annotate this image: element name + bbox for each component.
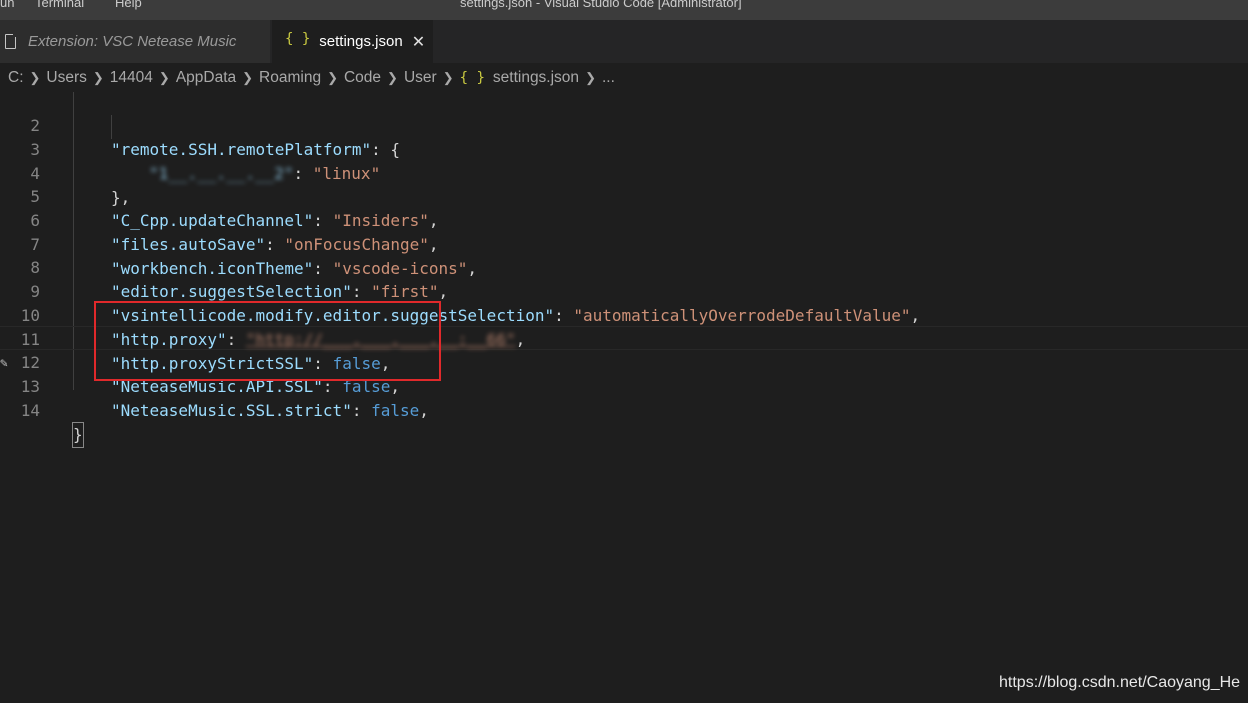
- annotation-highlight-box: [94, 301, 441, 381]
- breadcrumb-ellipsis[interactable]: ...: [602, 69, 615, 87]
- chevron-right-icon: ❯: [92, 69, 104, 85]
- breadcrumb-file[interactable]: settings.json: [493, 69, 579, 87]
- json-comma: ,: [419, 401, 429, 420]
- chevron-right-icon: ❯: [442, 69, 454, 85]
- json-key: "NeteaseMusic.SSL.strict": [111, 401, 352, 420]
- chevron-right-icon: ❯: [29, 69, 41, 85]
- watermark: https://blog.csdn.net/Caoyang_He: [999, 674, 1241, 691]
- code-line: 7 "workbench.iconTheme": "vscode-icons",: [0, 209, 1248, 278]
- breadcrumb-item[interactable]: AppData: [176, 69, 236, 87]
- chevron-right-icon: ❯: [158, 69, 170, 85]
- tab-bar: Extension: VSC Netease Music { } setting…: [0, 20, 1248, 63]
- tab-label: Extension: VSC Netease Music: [28, 33, 237, 50]
- code-line: 9 "vsintellicode.modify.editor.suggestSe…: [0, 256, 1248, 325]
- tab-extension-netease-music[interactable]: Extension: VSC Netease Music: [0, 20, 271, 63]
- json-closing-brace: }: [72, 422, 84, 448]
- file-icon: [5, 33, 17, 49]
- code-line: 2 "remote.SSH.remotePlatform": {: [0, 90, 1248, 159]
- menu-run[interactable]: un: [0, 0, 14, 10]
- code-line: 5 "C_Cpp.updateChannel": "Insiders",: [0, 161, 1248, 230]
- chevron-right-icon: ❯: [327, 69, 338, 85]
- breadcrumb-item[interactable]: Users: [46, 69, 86, 87]
- chevron-right-icon: ❯: [242, 69, 254, 85]
- json-punct: :: [351, 401, 372, 420]
- tab-settings-json[interactable]: { } settings.json ✕: [272, 20, 433, 63]
- breadcrumb-item[interactable]: Roaming: [259, 69, 321, 87]
- chevron-right-icon: ❯: [585, 69, 596, 85]
- menu-help[interactable]: Help: [115, 0, 142, 10]
- tab-label: settings.json: [319, 33, 403, 50]
- window-title: settings.json - Visual Studio Code [Admi…: [460, 0, 742, 10]
- chevron-right-icon: ❯: [387, 69, 398, 85]
- breadcrumb: C: ❯ Users ❯ 14404 ❯ AppData ❯ Roaming ❯…: [0, 63, 1248, 92]
- code-editor[interactable]: ✎ 2 "remote.SSH.remotePlatform": { 3 "1_…: [0, 92, 1248, 703]
- json-braces-icon: { }: [285, 30, 311, 47]
- code-line: 4 },: [0, 138, 1248, 207]
- breadcrumb-item[interactable]: User: [404, 69, 437, 87]
- title-bar: un Terminal Help settings.json - Visual …: [0, 0, 1248, 20]
- menu-terminal[interactable]: Terminal: [35, 0, 84, 10]
- close-icon[interactable]: ✕: [412, 32, 425, 52]
- breadcrumb-item[interactable]: Code: [344, 69, 381, 87]
- line-number: 14: [20, 401, 40, 420]
- json-boolean: false: [371, 401, 420, 420]
- code-line: 8 "editor.suggestSelection": "first",: [0, 232, 1248, 301]
- breadcrumb-item[interactable]: 14404: [110, 69, 153, 87]
- code-line: 3 "1__.__.__.__2": "linux": [0, 114, 1248, 183]
- json-braces-icon: { }: [459, 69, 485, 86]
- code-line: 6 "files.autoSave": "onFocusChange",: [0, 185, 1248, 254]
- breadcrumb-item[interactable]: C:: [8, 69, 24, 87]
